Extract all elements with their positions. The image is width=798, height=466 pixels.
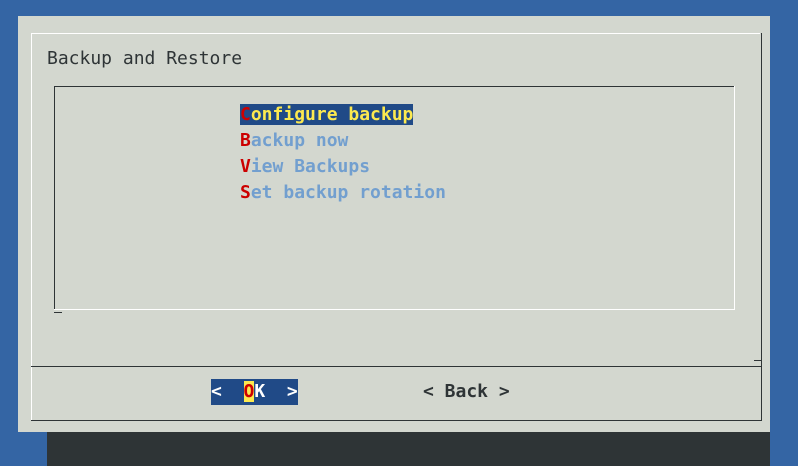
dialog-title: Backup and Restore xyxy=(47,48,243,69)
menu-item-hotkey: V xyxy=(240,156,251,177)
dialog-shadow xyxy=(47,432,770,466)
dialog-frame-bottom xyxy=(31,420,762,421)
menu-box-tick xyxy=(54,312,62,313)
menu-box-top xyxy=(54,86,735,87)
dialog-frame-left xyxy=(31,33,32,420)
menu-item-hotkey: S xyxy=(240,182,251,203)
back-button[interactable]: < Back > xyxy=(423,379,510,405)
menu-item-label: Set backup rotation xyxy=(240,182,446,203)
menu-item-label: Backup now xyxy=(240,130,348,151)
menu-item-text: onfigure backup xyxy=(250,104,414,125)
ok-button-hotkey: O xyxy=(243,381,255,402)
separator-tick xyxy=(754,360,762,361)
backup-restore-dialog: Backup and Restore Configure backup Back… xyxy=(18,16,770,432)
menu-box-left xyxy=(54,86,55,310)
menu-item-backup-now[interactable]: Backup now xyxy=(240,128,446,154)
menu-item-text: et backup rotation xyxy=(250,182,446,203)
menu-list: Configure backup Backup now View Backups… xyxy=(240,102,446,206)
menu-item-configure-backup[interactable]: Configure backup xyxy=(240,102,446,128)
menu-item-text: iew Backups xyxy=(250,156,371,177)
menu-box-right xyxy=(734,86,735,310)
ok-button-text: K xyxy=(254,381,266,402)
menu-item-label: View Backups xyxy=(240,156,370,177)
menu-item-text: ackup now xyxy=(250,130,349,151)
ok-button[interactable]: < OK > xyxy=(211,379,298,405)
dialog-frame-top xyxy=(31,33,760,34)
ok-button-left-bracket: < xyxy=(211,381,244,402)
menu-box-bottom xyxy=(54,309,735,310)
button-separator xyxy=(31,366,762,367)
menu-item-label: Configure backup xyxy=(240,104,414,125)
menu-item-set-backup-rotation[interactable]: Set backup rotation xyxy=(240,180,446,206)
ok-button-right-bracket: > xyxy=(265,381,298,402)
dialog-frame-right xyxy=(761,33,762,420)
menu-item-hotkey: B xyxy=(240,130,251,151)
menu-item-hotkey: C xyxy=(240,104,251,125)
menu-item-view-backups[interactable]: View Backups xyxy=(240,154,446,180)
